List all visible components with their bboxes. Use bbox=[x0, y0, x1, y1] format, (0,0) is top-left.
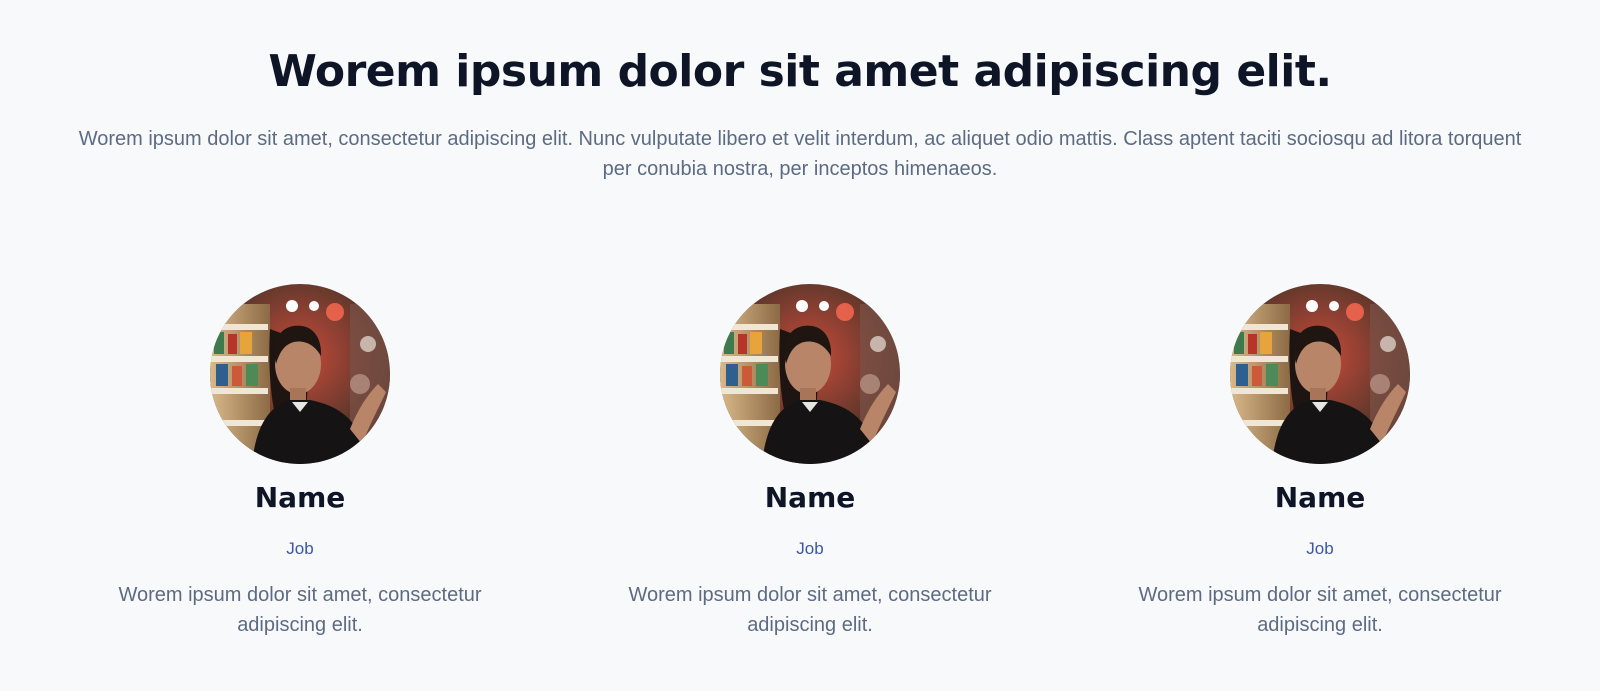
team-member-card: Name Job Worem ipsum dolor sit amet, con… bbox=[1110, 284, 1530, 664]
avatar bbox=[1230, 284, 1410, 464]
portrait-photo-icon bbox=[720, 284, 900, 464]
team-section: Worem ipsum dolor sit amet adipiscing el… bbox=[0, 0, 1600, 691]
avatar bbox=[720, 284, 900, 464]
team-member-card: Name Job Worem ipsum dolor sit amet, con… bbox=[90, 284, 510, 664]
portrait-photo-icon bbox=[1230, 284, 1410, 464]
section-description: Worem ipsum dolor sit amet, consectetur … bbox=[78, 128, 1522, 180]
member-job: Job bbox=[286, 539, 314, 558]
member-bio: Worem ipsum dolor sit amet, consectetur … bbox=[1138, 584, 1502, 636]
member-job: Job bbox=[1306, 539, 1334, 558]
avatar bbox=[210, 284, 390, 464]
portrait-photo-icon bbox=[210, 284, 390, 464]
member-name: Name bbox=[764, 481, 856, 514]
member-job: Job bbox=[796, 539, 824, 558]
section-title: Worem ipsum dolor sit amet adipiscing el… bbox=[268, 46, 1332, 97]
team-list: Name Job Worem ipsum dolor sit amet, con… bbox=[0, 284, 1600, 684]
member-bio: Worem ipsum dolor sit amet, consectetur … bbox=[628, 584, 992, 636]
member-name: Name bbox=[1274, 481, 1366, 514]
member-bio: Worem ipsum dolor sit amet, consectetur … bbox=[118, 584, 482, 636]
member-name: Name bbox=[254, 481, 346, 514]
team-member-card: Name Job Worem ipsum dolor sit amet, con… bbox=[600, 284, 1020, 664]
